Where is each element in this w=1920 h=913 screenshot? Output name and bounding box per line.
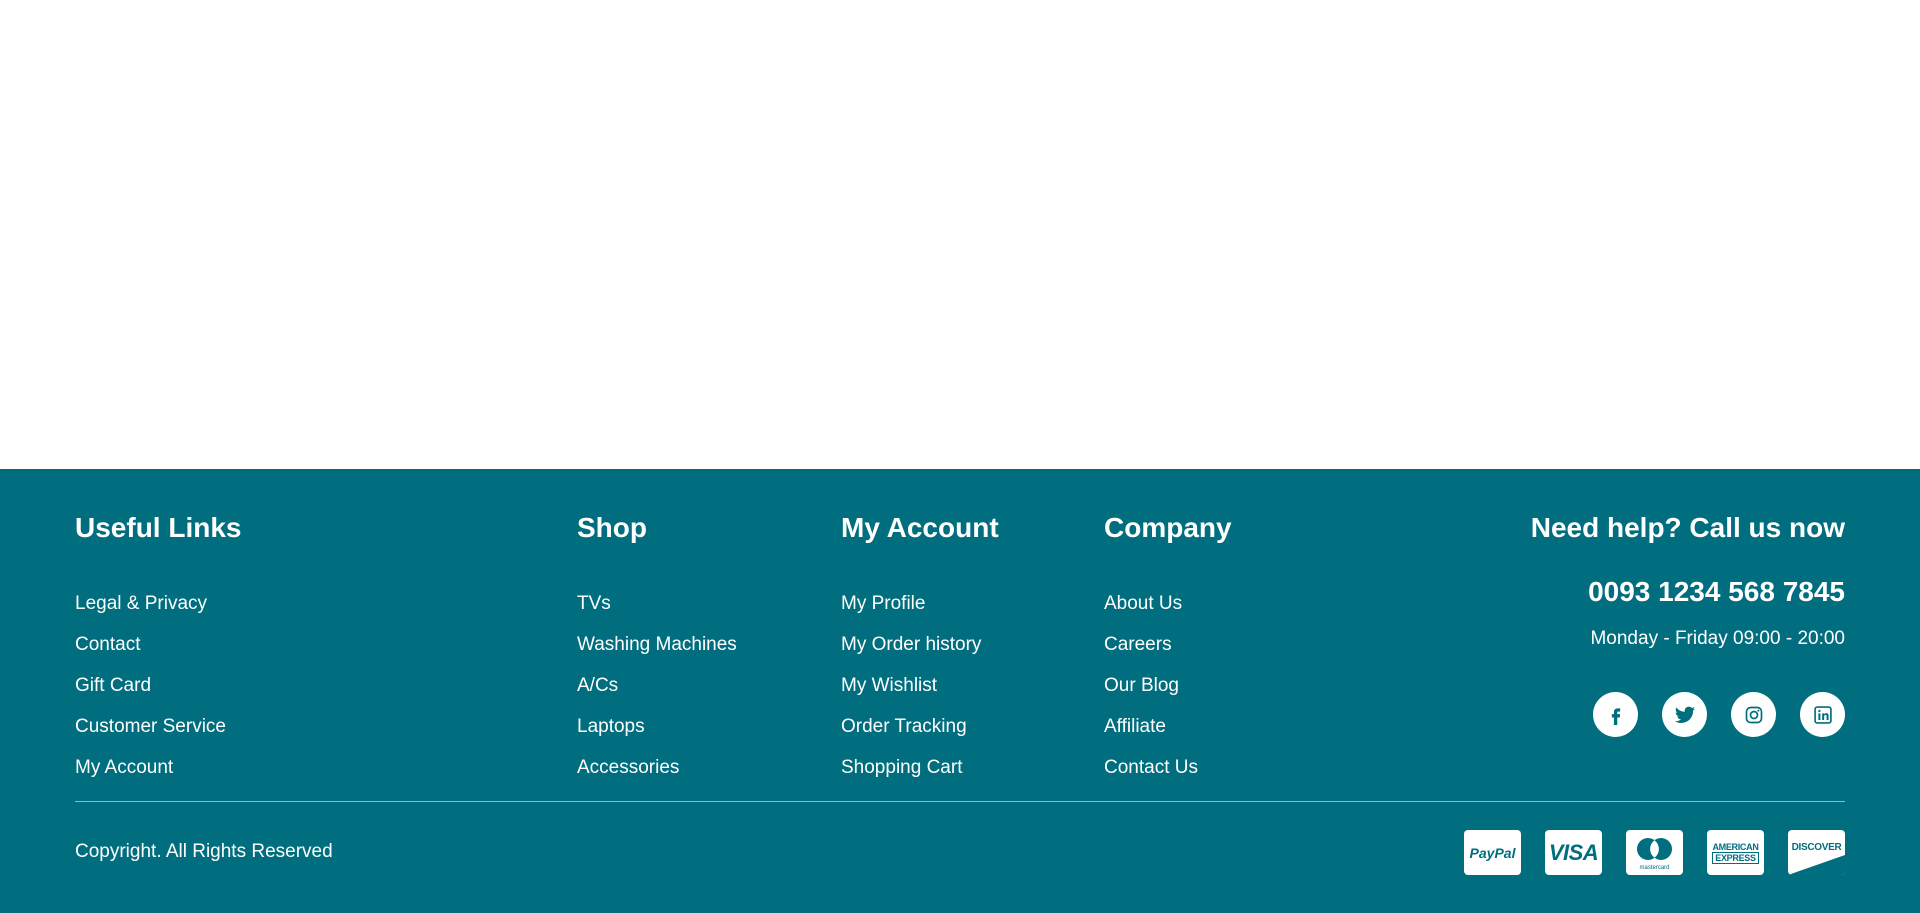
visa-icon: VISA bbox=[1545, 830, 1602, 875]
mastercard-icon: mastercard bbox=[1626, 830, 1683, 875]
amex-line-2: EXPRESS bbox=[1712, 851, 1759, 864]
social-links bbox=[1593, 692, 1845, 737]
footer-link-legal-privacy[interactable]: Legal & Privacy bbox=[75, 583, 226, 624]
footer-link-wishlist[interactable]: My Wishlist bbox=[841, 665, 981, 706]
twitter-icon bbox=[1674, 706, 1695, 723]
american-express-icon: AMERICAN EXPRESS bbox=[1707, 830, 1764, 875]
page-content-blank bbox=[0, 0, 1920, 469]
instagram-button[interactable] bbox=[1731, 692, 1776, 737]
footer-link-order-history[interactable]: My Order history bbox=[841, 624, 981, 665]
column-title-useful-links: Useful Links bbox=[75, 512, 242, 543]
footer-link-tvs[interactable]: TVs bbox=[577, 583, 737, 624]
footer-link-contact-us[interactable]: Contact Us bbox=[1104, 747, 1198, 788]
useful-links-list: Legal & Privacy Contact Gift Card Custom… bbox=[75, 583, 226, 788]
footer-link-careers[interactable]: Careers bbox=[1104, 624, 1198, 665]
discover-corner-shape bbox=[1788, 855, 1845, 875]
footer-link-laptops[interactable]: Laptops bbox=[577, 706, 737, 747]
mastercard-label: mastercard bbox=[1639, 865, 1669, 871]
linkedin-button[interactable] bbox=[1800, 692, 1845, 737]
footer-link-contact[interactable]: Contact bbox=[75, 624, 226, 665]
footer-column-useful-links: Useful Links Legal & Privacy Contact Gif… bbox=[75, 511, 242, 778]
amex-line-1: AMERICAN bbox=[1712, 841, 1759, 852]
shop-links-list: TVs Washing Machines A/Cs Laptops Access… bbox=[577, 583, 737, 788]
discover-label: DISCOVER bbox=[1791, 842, 1842, 853]
footer-link-affiliate[interactable]: Affiliate bbox=[1104, 706, 1198, 747]
footer-column-my-account: My Account My Profile My Order history M… bbox=[841, 511, 999, 778]
company-links-list: About Us Careers Our Blog Affiliate Cont… bbox=[1104, 583, 1198, 788]
footer-link-washing-machines[interactable]: Washing Machines bbox=[577, 624, 737, 665]
column-title-my-account: My Account bbox=[841, 512, 999, 543]
column-title-shop: Shop bbox=[577, 512, 647, 543]
discover-icon: DISCOVER bbox=[1788, 830, 1845, 875]
column-title-company: Company bbox=[1104, 512, 1232, 543]
copyright-text: Copyright. All Rights Reserved bbox=[75, 841, 333, 862]
instagram-icon bbox=[1745, 706, 1762, 723]
footer-divider bbox=[75, 801, 1845, 802]
footer-link-shopping-cart[interactable]: Shopping Cart bbox=[841, 747, 981, 788]
facebook-button[interactable] bbox=[1593, 692, 1638, 737]
footer-link-my-profile[interactable]: My Profile bbox=[841, 583, 981, 624]
help-phone-number[interactable]: 0093 1234 568 7845 bbox=[1531, 575, 1845, 609]
footer-link-our-blog[interactable]: Our Blog bbox=[1104, 665, 1198, 706]
footer-link-my-account[interactable]: My Account bbox=[75, 747, 226, 788]
footer-link-about-us[interactable]: About Us bbox=[1104, 583, 1198, 624]
footer-link-acs[interactable]: A/Cs bbox=[577, 665, 737, 706]
site-footer: Useful Links Legal & Privacy Contact Gif… bbox=[0, 469, 1920, 913]
paypal-icon: PayPal bbox=[1464, 830, 1521, 875]
twitter-button[interactable] bbox=[1662, 692, 1707, 737]
footer-link-order-tracking[interactable]: Order Tracking bbox=[841, 706, 981, 747]
help-opening-hours: Monday - Friday 09:00 - 20:00 bbox=[1590, 628, 1845, 650]
footer-column-shop: Shop TVs Washing Machines A/Cs Laptops A… bbox=[577, 511, 737, 778]
help-contact-block: Need help? Call us now 0093 1234 568 784… bbox=[1531, 511, 1845, 651]
footer-link-accessories[interactable]: Accessories bbox=[577, 747, 737, 788]
payment-methods: PayPal VISA mastercard AMERICAN EXPRESS … bbox=[1464, 830, 1845, 875]
facebook-icon bbox=[1611, 707, 1620, 725]
footer-link-customer-service[interactable]: Customer Service bbox=[75, 706, 226, 747]
linkedin-icon bbox=[1813, 705, 1832, 724]
help-title: Need help? Call us now bbox=[1530, 512, 1845, 543]
footer-column-company: Company About Us Careers Our Blog Affili… bbox=[1104, 511, 1232, 778]
account-links-list: My Profile My Order history My Wishlist … bbox=[841, 583, 981, 788]
footer-link-gift-card[interactable]: Gift Card bbox=[75, 665, 226, 706]
